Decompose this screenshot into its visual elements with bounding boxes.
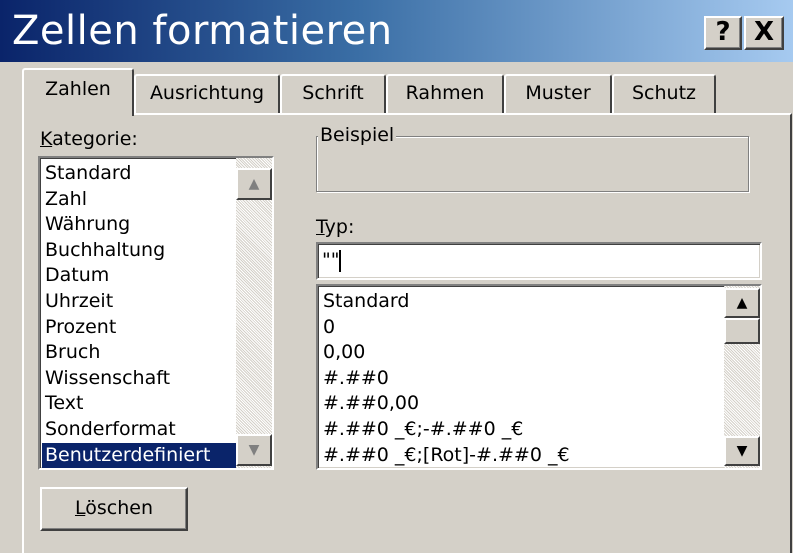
tab-label: Muster: [525, 82, 591, 104]
list-item[interactable]: Datum: [42, 263, 236, 289]
tab-label: Ausrichtung: [149, 82, 265, 104]
close-button[interactable]: X: [744, 16, 784, 50]
kategorie-listbox[interactable]: Standard Zahl Währung Buchhaltung Datum …: [38, 156, 274, 470]
list-item[interactable]: Standard: [42, 161, 236, 187]
typ-listbox[interactable]: Standard 0 0,00 #.##0 #.##0,00 #.##0 _€;…: [316, 284, 762, 470]
loeschen-button[interactable]: Löschen: [40, 487, 188, 531]
help-button[interactable]: ?: [704, 16, 742, 50]
scroll-down-arrow-icon[interactable]: ▼: [236, 434, 272, 466]
scrollbar-thumb[interactable]: [724, 318, 760, 344]
scroll-up-arrow-icon[interactable]: ▲: [724, 288, 760, 318]
list-item[interactable]: Zahl: [42, 187, 236, 213]
typ-items: Standard 0 0,00 #.##0 #.##0,00 #.##0 _€;…: [320, 289, 724, 468]
list-item[interactable]: Wissenschaft: [42, 366, 236, 392]
tab-label: Zahlen: [45, 78, 111, 100]
tab-label: Rahmen: [405, 82, 485, 104]
typ-scrollbar[interactable]: ▲ ▼: [724, 286, 760, 468]
title-bar[interactable]: Zellen formatieren ? X: [0, 0, 793, 62]
tab-muster[interactable]: Muster: [504, 74, 612, 114]
list-item[interactable]: Bruch: [42, 340, 236, 366]
kategorie-label: Kategorie:: [40, 128, 138, 150]
typ-input[interactable]: "": [316, 242, 762, 280]
list-item[interactable]: Standard: [320, 289, 724, 315]
scroll-up-arrow-icon[interactable]: ▲: [236, 168, 272, 200]
typ-input-value: "": [322, 249, 340, 271]
scroll-down-arrow-icon[interactable]: ▼: [724, 436, 760, 466]
tab-schutz[interactable]: Schutz: [612, 74, 716, 114]
tab-schrift[interactable]: Schrift: [280, 74, 386, 114]
list-item[interactable]: Uhrzeit: [42, 289, 236, 315]
list-item-selected[interactable]: Benutzerdefiniert: [42, 442, 236, 469]
tab-rahmen[interactable]: Rahmen: [386, 74, 504, 114]
text-caret: [339, 249, 342, 272]
list-item[interactable]: #.##0 _€;[Rot]-#.##0 _€: [320, 443, 724, 469]
beispiel-label: Beispiel: [318, 124, 397, 146]
tab-label: Schrift: [302, 82, 364, 104]
list-item[interactable]: #.##0,00: [320, 391, 724, 417]
window-title: Zellen formatieren: [12, 8, 393, 54]
list-item[interactable]: 0,00: [320, 340, 724, 366]
list-item[interactable]: Währung: [42, 212, 236, 238]
tab-zahlen[interactable]: Zahlen: [22, 68, 134, 116]
typ-label: Typ:: [316, 216, 355, 238]
list-item[interactable]: Prozent: [42, 315, 236, 341]
tab-ausrichtung[interactable]: Ausrichtung: [134, 74, 280, 114]
list-item[interactable]: #.##0: [320, 366, 724, 392]
list-item[interactable]: #.##0 _€;-#.##0 _€: [320, 417, 724, 443]
list-item[interactable]: Buchhaltung: [42, 238, 236, 264]
list-item[interactable]: Text: [42, 391, 236, 417]
kategorie-items: Standard Zahl Währung Buchhaltung Datum …: [42, 161, 236, 469]
list-item[interactable]: Sonderformat: [42, 417, 236, 443]
tab-label: Schutz: [631, 82, 696, 104]
list-item[interactable]: 0: [320, 315, 724, 341]
kategorie-scrollbar[interactable]: ▲ ▼: [236, 158, 272, 468]
